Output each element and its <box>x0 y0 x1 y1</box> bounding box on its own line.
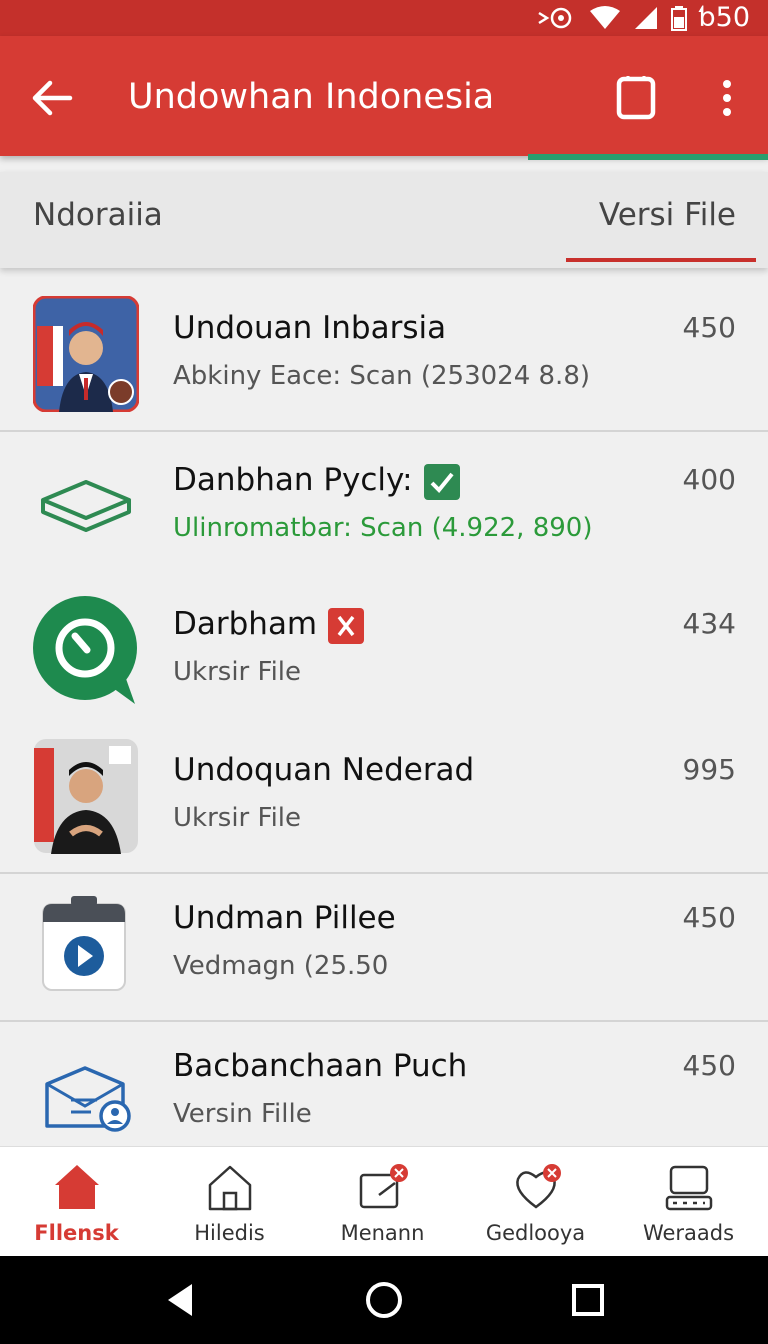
item-value: 450 <box>682 311 736 344</box>
battery-icon <box>670 6 687 31</box>
status-icons: ƅ50 <box>537 0 751 36</box>
list-item[interactable]: Undman Pillee Vedmagn (25.50 450 <box>0 874 768 1022</box>
status-time: ƅ50 <box>698 2 751 33</box>
nav-item-fllensk[interactable]: Fllensk <box>0 1147 153 1257</box>
signal-icon <box>634 7 657 29</box>
nav-item-menann[interactable]: Menann <box>306 1147 459 1257</box>
chat-clock-icon <box>33 596 137 704</box>
video-file-icon <box>42 896 126 991</box>
item-value: 450 <box>682 1049 736 1082</box>
nav-label: Fllensk <box>34 1221 119 1245</box>
list-item[interactable]: Undouan Inbarsia Abkiny Eace: Scan (2530… <box>0 284 768 432</box>
item-title: Danbhan Pycly: <box>173 460 461 501</box>
tab-versi-file[interactable]: Versi File <box>599 172 736 268</box>
item-subtitle: Ukrsir File <box>173 803 302 833</box>
home-icon <box>54 1165 99 1209</box>
status-bar: ƅ50 <box>0 0 768 36</box>
system-navigation-bar <box>0 1256 768 1344</box>
item-subtitle: Abkiny Eace: Scan (253024 8.8) <box>173 361 591 391</box>
keyboard-icon <box>665 1165 712 1211</box>
item-title: Undoquan Nederad <box>173 752 475 788</box>
message-icon <box>359 1164 408 1209</box>
list-item[interactable]: Undoquan Nederad Ukrsir File 995 <box>0 726 768 874</box>
list-item[interactable]: Bacbanchaan Puch Versin Fille 450 <box>0 1022 768 1146</box>
item-title: Undman Pillee <box>173 900 396 936</box>
nav-item-weraads[interactable]: Weraads <box>612 1147 765 1257</box>
list-item[interactable]: Danbhan Pycly: Ulinromatbar: Scan (4.922… <box>0 436 768 584</box>
portrait-thumbnail <box>33 296 139 412</box>
house-outline-icon <box>208 1165 251 1211</box>
tab-ndoraiia[interactable]: Ndoraiia <box>33 172 163 268</box>
file-list: Undouan Inbarsia Abkiny Eace: Scan (2530… <box>0 284 768 1146</box>
document-icon[interactable] <box>614 74 658 122</box>
wifi-icon <box>589 6 620 29</box>
item-subtitle: Versin Fille <box>173 1099 312 1129</box>
item-title: Bacbanchaan Puch <box>173 1048 468 1084</box>
mail-user-icon <box>45 1066 131 1132</box>
notification-icon <box>537 7 571 29</box>
system-home-icon[interactable] <box>362 1278 406 1322</box>
item-title: Undouan Inbarsia <box>173 310 447 346</box>
item-value: 434 <box>682 607 736 640</box>
item-subtitle: Ukrsir File <box>173 657 302 687</box>
nav-label: Hiledis <box>194 1221 265 1245</box>
item-value: 400 <box>682 463 736 496</box>
app-title: Undowhan Indonesia <box>128 77 495 117</box>
system-recents-icon[interactable] <box>566 1278 610 1322</box>
item-subtitle: Vedmagn (25.50 <box>173 951 389 981</box>
list-item[interactable]: Darbham Ukrsir File 434 <box>0 580 768 728</box>
portrait-thumbnail <box>34 739 138 854</box>
item-title-text: Danbhan Pycly: <box>173 462 413 498</box>
alert-badge-icon <box>328 607 365 644</box>
tab-indicator <box>566 258 756 262</box>
nav-label: Weraads <box>642 1221 735 1245</box>
bottom-navigation: Fllensk Hiledis Menann Gedlooya Weraads <box>0 1146 768 1257</box>
nav-label: Gedlooya <box>485 1221 586 1245</box>
item-title-text: Darbham <box>173 606 318 642</box>
nav-label: Menann <box>340 1221 425 1245</box>
nav-item-hiledis[interactable]: Hiledis <box>153 1147 306 1257</box>
back-arrow-icon[interactable] <box>30 76 74 120</box>
item-title: Darbham <box>173 604 365 645</box>
nav-item-gedlooya[interactable]: Gedlooya <box>459 1147 612 1257</box>
system-back-icon[interactable] <box>160 1278 204 1322</box>
item-value: 450 <box>682 901 736 934</box>
box-icon <box>41 480 131 532</box>
more-options-icon[interactable] <box>712 76 742 120</box>
app-bar-accent <box>528 154 768 160</box>
app-bar: Undowhan Indonesia <box>0 36 768 156</box>
item-subtitle: Ulinromatbar: Scan (4.922, 890) <box>173 513 593 543</box>
check-badge-icon <box>423 463 460 500</box>
heart-icon <box>515 1164 561 1209</box>
item-value: 995 <box>682 753 736 786</box>
tab-bar: Ndoraiia Versi File <box>0 172 768 268</box>
